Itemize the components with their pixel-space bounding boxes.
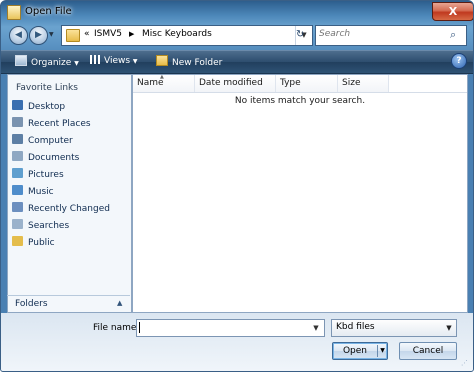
app-icon: [7, 5, 21, 20]
favorite-link-label: Pictures: [28, 170, 64, 180]
favorite-link-label: Recently Changed: [28, 204, 110, 214]
forward-arrow-icon: ▶: [35, 30, 42, 40]
breadcrumb-overflow[interactable]: «: [84, 29, 90, 39]
search-input[interactable]: [319, 29, 444, 39]
favorite-link-label: Computer: [28, 136, 73, 146]
pictures-icon: [12, 168, 23, 178]
recent-pages-dropdown-icon[interactable]: ▼: [49, 31, 54, 38]
folders-label: Folders: [15, 299, 48, 309]
resize-grip-icon[interactable]: ⋰: [461, 359, 468, 367]
open-dropdown-icon[interactable]: ▼: [378, 343, 387, 359]
searches-icon: [12, 219, 23, 229]
file-type-dropdown-icon[interactable]: ▼: [442, 320, 456, 336]
organize-label: Organize: [31, 58, 72, 68]
favorite-link-recently-changed[interactable]: Recently Changed: [12, 202, 110, 216]
breadcrumb-separator-icon[interactable]: ▶: [129, 30, 134, 38]
favorite-link-label: Desktop: [28, 102, 66, 112]
chevron-up-icon: ▲: [117, 299, 123, 307]
search-box[interactable]: ⌕: [315, 25, 467, 46]
open-file-dialog: Open File X ◀ ▶ ▼ « ISMV5 ▶ Misc Keyboar…: [0, 0, 474, 372]
favorite-link-public[interactable]: Public: [12, 236, 55, 250]
back-button[interactable]: ◀: [9, 26, 28, 45]
filename-input[interactable]: [140, 321, 305, 334]
back-arrow-icon: ◀: [15, 30, 22, 40]
forward-button[interactable]: ▶: [29, 26, 48, 45]
favorite-link-recent-places[interactable]: Recent Places: [12, 117, 91, 131]
breadcrumb-ismv5[interactable]: ISMV5: [94, 29, 122, 39]
public-folder-icon: [12, 236, 23, 246]
views-icon: [90, 55, 100, 64]
breadcrumb-misc-keyboards[interactable]: Misc Keyboards: [142, 29, 212, 39]
sort-arrow-icon: ▲: [160, 74, 164, 80]
folder-icon: [66, 29, 80, 42]
text-caret: [139, 322, 140, 333]
navigation-pane: Favorite Links Desktop Recent Places Compu…: [7, 74, 132, 313]
refresh-icon[interactable]: ↻: [296, 29, 304, 40]
file-list[interactable]: Name ▲ Date modified Type Size No items …: [132, 74, 468, 313]
new-folder-label: New Folder: [172, 58, 223, 68]
new-folder-button[interactable]: New Folder: [156, 55, 222, 68]
folders-toggle[interactable]: Folders ▲: [7, 295, 130, 312]
favorite-link-label: Public: [28, 238, 55, 248]
toolbar: Organize ▼ Views ▼ New Folder: [1, 50, 473, 74]
open-button[interactable]: Open ▼: [332, 342, 388, 360]
column-header-type[interactable]: Type: [276, 75, 338, 92]
favorite-link-searches[interactable]: Searches: [12, 219, 69, 233]
header-divider: [133, 92, 467, 93]
favorite-link-music[interactable]: Music: [12, 185, 54, 199]
favorite-link-documents[interactable]: Documents: [12, 151, 79, 165]
recent-places-icon: [12, 117, 23, 127]
search-icon[interactable]: ⌕: [450, 28, 456, 42]
documents-icon: [12, 151, 23, 161]
views-button[interactable]: Views ▼: [90, 55, 138, 66]
desktop-icon: [12, 100, 23, 110]
column-header-size[interactable]: Size: [338, 75, 389, 92]
favorite-link-label: Music: [28, 187, 54, 197]
favorite-link-label: Searches: [28, 221, 70, 231]
favorite-links-header: Favorite Links: [16, 83, 78, 93]
close-button[interactable]: X: [432, 2, 473, 21]
computer-icon: [12, 134, 23, 144]
help-icon[interactable]: ?: [451, 53, 467, 69]
favorite-link-computer[interactable]: Computer: [12, 134, 73, 148]
organize-icon: [15, 55, 27, 66]
filename-dropdown-icon[interactable]: ▼: [309, 320, 323, 336]
file-type-value: Kbd files: [336, 322, 375, 332]
filename-combobox[interactable]: ▼: [136, 319, 325, 337]
organize-button[interactable]: Organize ▼: [15, 55, 79, 68]
column-header-name[interactable]: Name: [133, 75, 195, 92]
empty-message: No items match your search.: [234, 96, 366, 106]
new-folder-icon: [156, 55, 168, 66]
recently-changed-icon: [12, 202, 23, 212]
favorite-link-pictures[interactable]: Pictures: [12, 168, 64, 182]
favorite-link-label: Documents: [28, 153, 80, 163]
music-icon: [12, 185, 23, 195]
address-bar[interactable]: « ISMV5 ▶ Misc Keyboards ▼: [61, 25, 313, 46]
cancel-button[interactable]: Cancel: [399, 342, 457, 360]
title-bar[interactable]: Open File X: [1, 1, 473, 23]
filename-label: File name:: [93, 323, 140, 333]
column-header-date-modified[interactable]: Date modified: [195, 75, 276, 92]
window-title: Open File: [25, 6, 72, 17]
favorite-link-desktop[interactable]: Desktop: [12, 100, 65, 114]
favorite-link-label: Recent Places: [28, 119, 91, 129]
open-label: Open: [342, 346, 368, 356]
file-type-select[interactable]: Kbd files ▼: [331, 319, 457, 337]
views-label: Views: [104, 56, 131, 66]
